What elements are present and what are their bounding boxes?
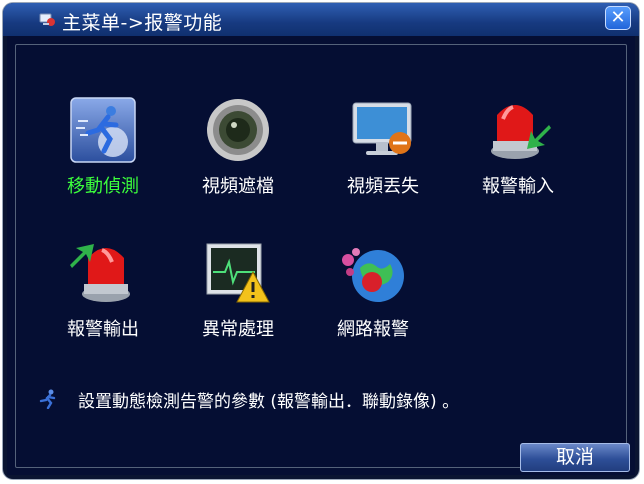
- abnormality-icon: [206, 243, 270, 303]
- menu-item-video-blind[interactable]: 視頻遮檔: [178, 95, 298, 205]
- menu-panel: 移動偵測 視頻遮檔 視頻丟失 報警輸入 報警輸出 異常處理 網路報警 設置動態檢…: [15, 44, 630, 472]
- running-man-icon: [39, 389, 56, 409]
- app-icon: [39, 13, 55, 26]
- window-body: 移動偵測 視頻遮檔 視頻丟失 報警輸入 報警輸出 異常處理 網路報警 設置動態檢…: [7, 36, 635, 475]
- menu-item-abnormality[interactable]: 異常處理: [178, 238, 298, 348]
- menu-item-motion-detect[interactable]: 移動偵測: [43, 95, 163, 205]
- motion-detect-icon: [70, 97, 136, 163]
- menu-item-label: 網路報警: [337, 319, 409, 340]
- video-loss-icon: [352, 102, 412, 155]
- title-bar: 主菜单->报警功能 ✕: [3, 3, 639, 36]
- menu-item-label: 報警輸出: [67, 319, 139, 340]
- alarm-output-icon: [70, 244, 130, 302]
- menu-item-video-loss[interactable]: 視頻丟失: [323, 95, 443, 205]
- menu-item-label: 視頻遮檔: [202, 176, 274, 197]
- close-button[interactable]: ✕: [605, 6, 631, 30]
- menu-item-label: 報警輸入: [482, 176, 554, 197]
- menu-item-label: 視頻丟失: [347, 176, 419, 197]
- menu-item-network-alarm[interactable]: 網路報警: [313, 238, 433, 348]
- menu-item-label: 異常處理: [202, 319, 274, 340]
- menu-item-label: 移動偵測: [67, 176, 139, 197]
- cancel-button[interactable]: 取消: [520, 443, 630, 472]
- alarm-function-window: 主菜单->报警功能 ✕ 移動偵測 視頻遮檔 視頻丟失 報警輸入 報警輸出 異常處…: [3, 3, 639, 479]
- alarm-input-icon: [491, 105, 551, 159]
- menu-item-alarm-input[interactable]: 報警輸入: [458, 95, 578, 205]
- network-alarm-icon: [342, 248, 404, 302]
- video-blind-icon: [207, 99, 269, 161]
- window-title: 主菜单->报警功能: [62, 12, 223, 34]
- menu-item-alarm-output[interactable]: 報警輸出: [43, 238, 163, 348]
- hint-text: 設置動態檢測告警的參數 (報警輸出．聯動錄像) 。: [78, 392, 460, 412]
